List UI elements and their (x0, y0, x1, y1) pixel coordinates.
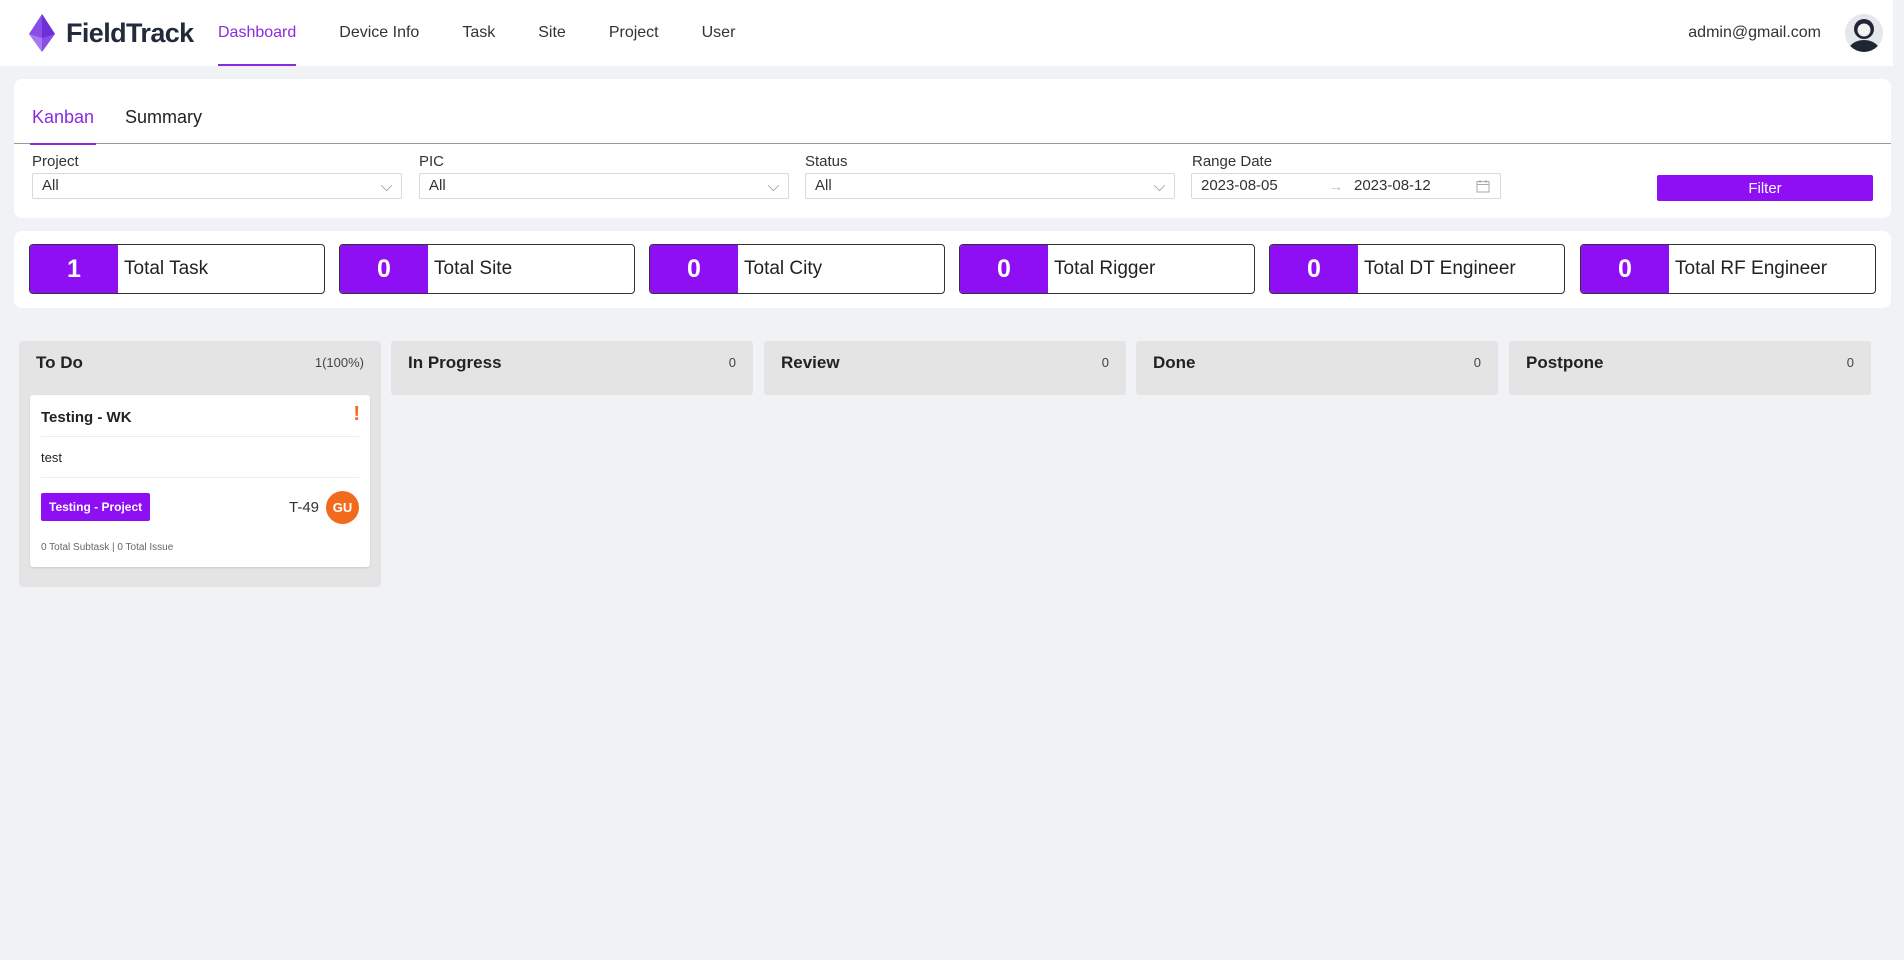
user-avatar-icon[interactable] (1845, 14, 1883, 52)
nav-device-info[interactable]: Device Info (339, 0, 419, 66)
fieldtrack-logo-icon (29, 14, 55, 52)
stats-panel: 1 Total Task 0 Total Site 0 Total City 0… (14, 231, 1891, 308)
calendar-icon (1476, 180, 1490, 193)
nav-dashboard[interactable]: Dashboard (218, 0, 297, 66)
nav-site[interactable]: Site (538, 0, 566, 66)
column-header: Done 0 (1136, 341, 1498, 395)
column-count: 1(100%) (314, 355, 364, 370)
stat-value: 0 (340, 245, 428, 293)
stat-label: Total City (744, 258, 823, 279)
column-title: Done (1153, 353, 1196, 372)
stat-value: 0 (960, 245, 1048, 293)
column-title: In Progress (408, 353, 502, 372)
stat-value: 1 (30, 245, 118, 293)
column-count: 0 (1473, 355, 1481, 370)
pic-select[interactable]: All (419, 173, 789, 199)
pic-select-value: All (429, 177, 446, 194)
task-card[interactable]: Testing - WK ! test Testing - Project T-… (30, 395, 370, 567)
end-date-input[interactable]: 2023-08-12 (1354, 174, 1431, 198)
stat-label: Total Rigger (1054, 258, 1156, 279)
date-range-picker[interactable]: 2023-08-05 → 2023-08-12 (1191, 173, 1501, 199)
project-select[interactable]: All (32, 173, 402, 199)
project-filter-label: Project (32, 153, 79, 170)
column-header: In Progress 0 (391, 341, 753, 395)
nav-user[interactable]: User (702, 0, 736, 66)
assignee-avatar[interactable]: GU (326, 491, 359, 524)
kanban-column-postpone: Postpone 0 (1509, 341, 1871, 395)
task-footer: 0 Total Subtask | 0 Total Issue (41, 542, 174, 553)
column-title: To Do (36, 353, 83, 372)
task-title: Testing - WK (41, 409, 132, 426)
card-divider (41, 477, 359, 478)
stat-value: 0 (1581, 245, 1669, 293)
stat-label: Total RF Engineer (1675, 258, 1828, 279)
status-filter-label: Status (805, 153, 848, 170)
stat-total-site: 0 Total Site (339, 244, 635, 294)
column-header: Review 0 (764, 341, 1126, 395)
stat-label: Total Task (124, 258, 209, 279)
tab-summary[interactable]: Summary (125, 79, 202, 144)
main-nav: Dashboard Device Info Task Site Project … (218, 0, 778, 66)
chevron-down-icon (767, 179, 780, 192)
stat-total-rigger: 0 Total Rigger (959, 244, 1255, 294)
stat-label: Total Site (434, 258, 513, 279)
pic-filter-label: PIC (419, 153, 445, 170)
start-date-input[interactable]: 2023-08-05 (1201, 174, 1278, 198)
column-count: 0 (1846, 355, 1854, 370)
filter-panel: Kanban Summary Project All PIC All Statu… (14, 79, 1891, 218)
kanban-column-done: Done 0 (1136, 341, 1498, 395)
chevron-down-icon (1153, 179, 1166, 192)
stat-total-city: 0 Total City (649, 244, 945, 294)
stat-value: 0 (1270, 245, 1358, 293)
stat-label: Total DT Engineer (1364, 258, 1516, 279)
column-title: Postpone (1526, 353, 1604, 372)
project-tag[interactable]: Testing - Project (41, 493, 151, 521)
status-select[interactable]: All (805, 173, 1175, 199)
column-header: Postpone 0 (1509, 341, 1871, 395)
card-divider (41, 436, 359, 437)
filter-button[interactable]: Filter (1657, 175, 1873, 201)
task-id: T-49 (288, 499, 319, 516)
stat-total-dt-engineer: 0 Total DT Engineer (1269, 244, 1565, 294)
kanban-column-todo: To Do 1(100%) Testing - WK ! test Testin… (19, 341, 381, 587)
exclamation-icon: ! (353, 403, 360, 425)
nav-task[interactable]: Task (462, 0, 495, 66)
column-title: Review (781, 353, 840, 372)
task-description: test (41, 450, 62, 465)
app-name: FieldTrack (66, 17, 194, 48)
range-date-label: Range Date (1192, 153, 1273, 170)
stat-total-rf-engineer: 0 Total RF Engineer (1580, 244, 1876, 294)
chevron-down-icon (380, 179, 393, 192)
column-header: To Do 1(100%) (19, 341, 381, 395)
nav-project[interactable]: Project (609, 0, 659, 66)
top-header: FieldTrack Dashboard Device Info Task Si… (0, 0, 1893, 66)
column-count: 0 (1101, 355, 1109, 370)
project-select-value: All (42, 177, 59, 194)
tab-kanban[interactable]: Kanban (29, 79, 97, 145)
column-count: 0 (728, 355, 736, 370)
range-arrow: → (1329, 178, 1343, 194)
user-email[interactable]: admin@gmail.com (1688, 0, 1821, 65)
stat-value: 0 (650, 245, 738, 293)
kanban-column-in-progress: In Progress 0 (391, 341, 753, 395)
view-tabs: Kanban Summary (14, 79, 1891, 145)
status-select-value: All (815, 177, 832, 194)
stat-total-task: 1 Total Task (29, 244, 325, 294)
app-logo[interactable]: FieldTrack (22, 12, 194, 54)
kanban-column-review: Review 0 (764, 341, 1126, 395)
